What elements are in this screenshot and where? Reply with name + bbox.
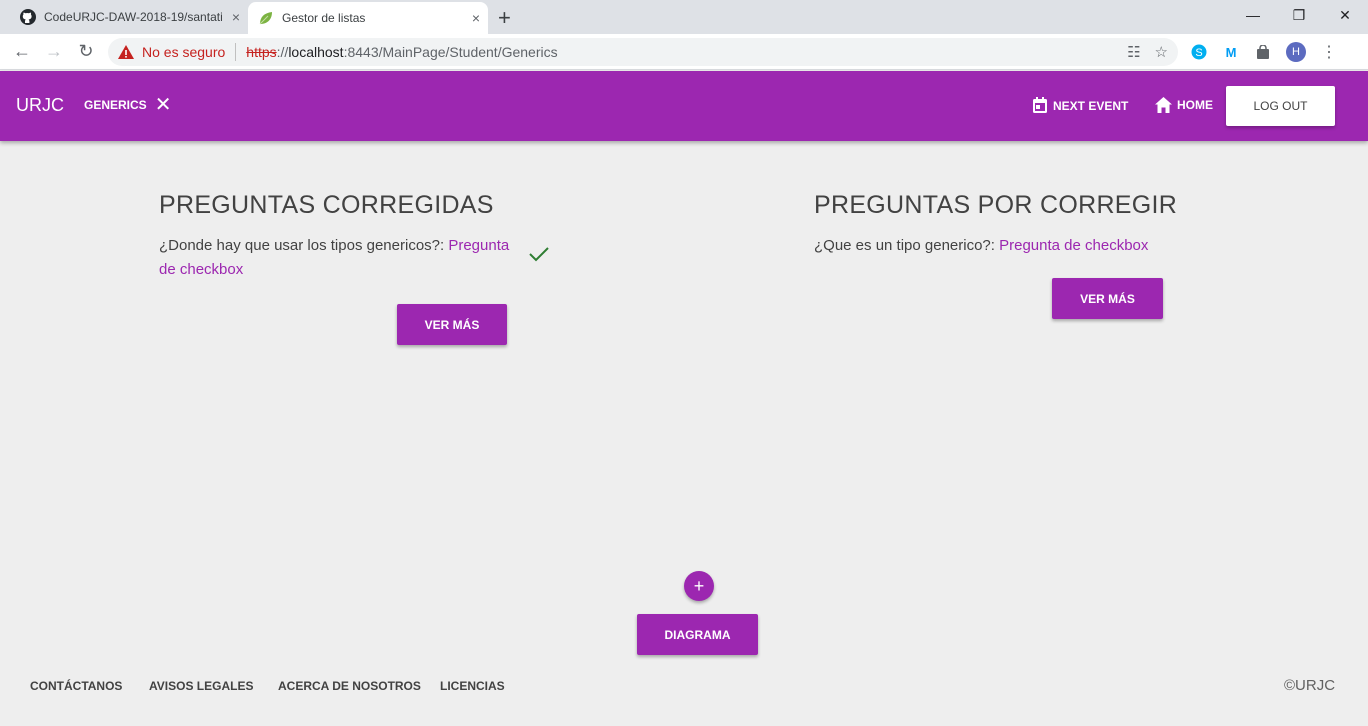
close-icon[interactable]: ✕ (155, 95, 172, 115)
address-bar[interactable]: No es seguro https://localhost:8443/Main… (108, 38, 1178, 66)
add-button[interactable]: + (684, 571, 714, 601)
footer-link-legal[interactable]: AVISOS LEGALES (149, 679, 253, 693)
url-separator: :// (276, 44, 289, 60)
close-tab-icon[interactable]: × (472, 10, 480, 26)
movistar-icon[interactable]: M (1222, 43, 1240, 61)
translate-icon[interactable]: ☷ (1127, 43, 1140, 61)
chip-label: GENERICS (84, 98, 147, 112)
corrected-question: ¿Donde hay que usar los tipos genericos?… (159, 234, 527, 282)
leaf-icon (259, 12, 272, 25)
back-arrow-icon[interactable]: ← (11, 41, 33, 62)
browser-tab-active[interactable]: Gestor de listas × (248, 2, 488, 34)
tab-title: Gestor de listas (282, 11, 366, 25)
omnibox-actions: ☷ ☆ (1127, 43, 1168, 61)
warning-icon (118, 45, 134, 59)
url-scheme: https (246, 44, 277, 60)
forward-arrow-icon[interactable]: → (43, 41, 65, 62)
security-status[interactable]: No es seguro (142, 44, 225, 60)
check-icon (529, 247, 549, 262)
corrected-ver-mas-button[interactable]: VER MÁS (397, 304, 507, 345)
question-link[interactable]: Pregunta de checkbox (999, 237, 1148, 254)
footer-link-about[interactable]: ACERCA DE NOSOTROS (278, 679, 421, 693)
home-link[interactable]: HOME (1155, 97, 1213, 113)
profile-avatar[interactable]: H (1286, 42, 1306, 62)
skype-icon[interactable]: S (1190, 43, 1208, 61)
svg-text:S: S (1195, 47, 1202, 59)
pending-questions-section: PREGUNTAS POR CORREGIR ¿Que es un tipo g… (814, 191, 1214, 258)
pending-question: ¿Que es un tipo generico?: Pregunta de c… (814, 234, 1214, 258)
window-controls: — ❐ ✕ (1230, 0, 1368, 30)
shopping-bag-icon[interactable] (1254, 43, 1272, 61)
new-tab-button[interactable]: + (498, 5, 511, 31)
next-event-link[interactable]: NEXT EVENT (1032, 97, 1128, 114)
footer-link-contact[interactable]: CONTÁCTANOS (30, 679, 122, 693)
question-text: ¿Que es un tipo generico?: (814, 237, 995, 254)
calendar-icon (1033, 97, 1047, 113)
close-window-button[interactable]: ✕ (1322, 0, 1368, 30)
pending-title: PREGUNTAS POR CORREGIR (814, 191, 1178, 219)
next-event-label: NEXT EVENT (1053, 98, 1129, 113)
pending-ver-mas-button[interactable]: VER MÁS (1052, 278, 1163, 319)
maximize-button[interactable]: ❐ (1276, 0, 1322, 30)
extension-icons: S M H ⋮ (1190, 42, 1338, 62)
copyright-text: ©URJC (1284, 677, 1336, 694)
browser-tab-github[interactable]: CodeURJC-DAW-2018-19/santati × (8, 0, 248, 34)
corrected-title: PREGUNTAS CORREGIDAS (159, 191, 494, 219)
url-host: localhost (288, 44, 344, 60)
tab-title: CodeURJC-DAW-2018-19/santati (44, 10, 222, 24)
topic-chip[interactable]: GENERICS ✕ (84, 95, 172, 115)
close-tab-icon[interactable]: × (232, 9, 240, 25)
kebab-menu-icon[interactable]: ⋮ (1320, 43, 1338, 61)
corrected-questions-section: PREGUNTAS CORREGIDAS ¿Donde hay que usar… (159, 191, 559, 282)
browser-toolbar: ← → ↻ No es seguro https://localhost:844… (0, 34, 1368, 70)
question-text: ¿Donde hay que usar los tipos genericos?… (159, 237, 445, 254)
reload-icon[interactable]: ↻ (75, 41, 97, 62)
browser-tabstrip: CodeURJC-DAW-2018-19/santati × Gestor de… (0, 0, 1368, 34)
app-bar: URJC GENERICS ✕ NEXT EVENT HOME LOG OUT (0, 71, 1368, 141)
logout-button[interactable]: LOG OUT (1226, 86, 1335, 126)
brand-logo[interactable]: URJC (16, 95, 64, 116)
diagram-button[interactable]: DIAGRAMA (637, 614, 758, 655)
footer-link-licenses[interactable]: LICENCIAS (440, 679, 505, 693)
bookmark-star-icon[interactable]: ☆ (1155, 43, 1168, 61)
minimize-button[interactable]: — (1230, 0, 1276, 30)
url-path: :8443/MainPage/Student/Generics (343, 44, 558, 60)
omnibox-divider (235, 43, 237, 61)
home-icon (1155, 97, 1172, 113)
github-icon (20, 9, 36, 25)
home-label: HOME (1177, 98, 1213, 112)
